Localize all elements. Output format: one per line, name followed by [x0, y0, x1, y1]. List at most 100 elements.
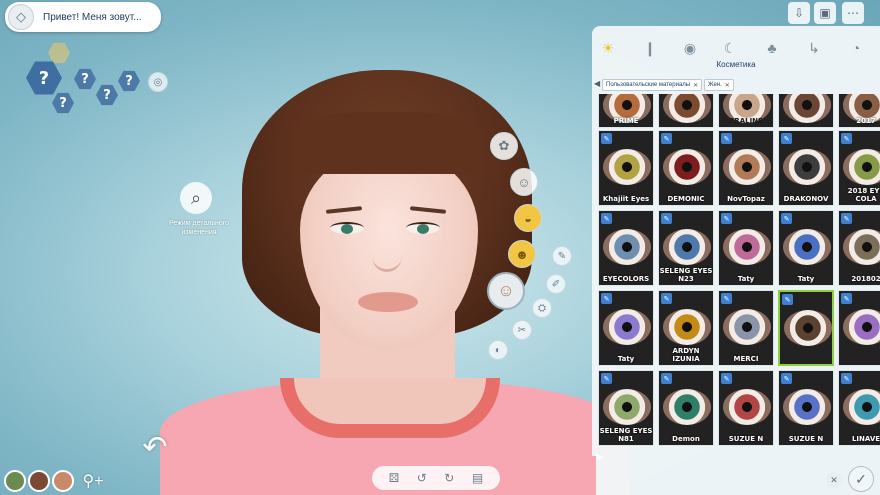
filter-chip-female[interactable]: Жен. ✕ — [704, 79, 734, 91]
remove-filter-icon[interactable]: ✕ — [693, 82, 698, 89]
detail-mode-label[interactable]: Режим детального изменения — [158, 219, 240, 237]
catalog-tile[interactable]: ✎ EYECOLORS — [598, 210, 654, 286]
face-detail-selected-icon[interactable]: ☺ — [487, 272, 525, 310]
catalog-tile[interactable]: ✎ — [778, 290, 834, 366]
catalog-tile[interactable]: ✎ — [838, 290, 880, 366]
trait-slot-4[interactable]: ? — [52, 92, 74, 114]
eye-swatch — [663, 94, 711, 123]
undo-arrow-icon[interactable]: ↶ — [138, 430, 172, 464]
household-sim-3[interactable] — [52, 470, 74, 492]
catalog-tile[interactable]: ✎ SELENG EYES N23 — [658, 210, 714, 286]
custom-content-icon: ✎ — [841, 213, 852, 224]
sim-nose[interactable] — [372, 240, 402, 272]
download-icon[interactable]: ⇩ — [788, 2, 810, 24]
tile-label: ARDYN IZUNIA — [672, 347, 700, 363]
catalog-tile[interactable] — [658, 94, 714, 128]
trait-slot-1[interactable]: ? — [74, 68, 96, 90]
remove-filter-icon[interactable]: ✕ — [725, 82, 730, 89]
collapse-panel-icon[interactable]: ▶ — [596, 452, 622, 464]
plumbob-icon[interactable]: ◇ — [8, 4, 34, 30]
eye-swatch — [603, 149, 651, 185]
eye-swatch — [843, 389, 880, 425]
gallery-icon[interactable]: ◎ — [148, 72, 168, 92]
filter-chevron-icon[interactable]: ◀ — [594, 79, 600, 88]
tile-label: 201802 — [851, 275, 880, 283]
catalog-tile[interactable]: ✎ SUZUE N — [718, 370, 774, 446]
catalog-tile[interactable]: ✎ MERCI — [718, 290, 774, 366]
catalog-tile[interactable]: ✎ DEMONIC — [658, 130, 714, 206]
custom-content-icon: ✎ — [781, 213, 792, 224]
sim-lips[interactable] — [358, 292, 418, 312]
catalog-tile[interactable]: ✎ Demon — [658, 370, 714, 446]
rotate-right-icon[interactable]: ↻ — [444, 471, 454, 485]
custom-content-icon: ✎ — [841, 133, 852, 144]
tile-label: Taty — [797, 275, 815, 283]
aspiration-slot[interactable]: ? — [26, 61, 62, 95]
shirt-collar — [280, 378, 500, 438]
feature-edit-icon[interactable]: ✎ — [552, 246, 572, 266]
tile-label: Khajiit Eyes — [602, 195, 650, 203]
eye-swatch — [843, 309, 880, 345]
catalog-tile[interactable] — [778, 94, 834, 128]
catalog-tile[interactable]: 2017 — [838, 94, 880, 128]
magnifier-icon[interactable]: ⌕ — [180, 182, 212, 214]
household-sim-2[interactable] — [28, 470, 50, 492]
catalog-tile[interactable]: ✎ SELENG EYES N81 — [598, 370, 654, 446]
accessory-icon[interactable]: ✂ — [512, 320, 532, 340]
eyeliner-category-icon[interactable]: ☾ — [720, 38, 740, 58]
catalog-tile[interactable]: PRIME — [598, 94, 654, 128]
palette-icon[interactable]: ◐ — [488, 340, 508, 360]
catalog-tile[interactable]: ✎ ARDYN IZUNIA — [658, 290, 714, 366]
catalog-tile[interactable]: ✎ 2018 EYE COLA — [838, 130, 880, 206]
catalog-tile[interactable]: PRALINE — [718, 94, 774, 128]
confirm-check-icon[interactable]: ✓ — [848, 466, 874, 492]
rotate-left-icon[interactable]: ↺ — [417, 471, 427, 485]
aspiration-hex[interactable] — [48, 42, 70, 64]
head-category-icon[interactable]: ☺ — [510, 168, 538, 196]
custom-content-icon: ✎ — [781, 133, 792, 144]
eye-swatch — [723, 229, 771, 265]
gallery-share-icon[interactable]: ▣ — [814, 2, 836, 24]
hat-category-icon[interactable]: ◒ — [514, 204, 542, 232]
makeup-category-icon[interactable]: ☀ — [598, 38, 618, 58]
trait-slot-2[interactable]: ? — [118, 70, 140, 92]
outfit-icon[interactable]: ▤ — [472, 471, 483, 485]
catalog-tile[interactable]: ✎ Taty — [598, 290, 654, 366]
catalog-tile[interactable]: ✎ SUZUE N — [778, 370, 834, 446]
left-eye[interactable] — [330, 222, 364, 234]
custom-content-icon: ✎ — [841, 293, 852, 304]
eye-swatch — [843, 149, 880, 185]
eyeshadow-category-icon[interactable]: ♣ — [762, 38, 782, 58]
category-tabs: ☀ ❙ ◉ ☾ ♣ ↳ ◔ — [592, 34, 880, 60]
eye-swatch — [783, 229, 831, 265]
trait-slot-3[interactable]: ? — [96, 84, 118, 106]
custom-content-icon: ✎ — [841, 373, 852, 384]
catalog-tile[interactable]: ✎ NovTopaz — [718, 130, 774, 206]
catalog-tile[interactable]: ✎ Taty — [718, 210, 774, 286]
name-prompt: Привет! Меня зовут... — [43, 11, 142, 23]
eye-swatch — [783, 94, 831, 123]
filter-chip-custom[interactable]: Пользовательские материалы ✕ — [602, 79, 703, 91]
catalog-panel: ☀ ❙ ◉ ☾ ♣ ↳ ◔ Косметика ◀ Пользовательск… — [592, 26, 880, 456]
household-sim-1[interactable] — [4, 470, 26, 492]
face-category-icon[interactable]: ☻ — [508, 240, 536, 268]
menu-icon[interactable]: ⋯ — [842, 2, 864, 24]
catalog-tile[interactable]: ✎ Taty — [778, 210, 834, 286]
catalog-tile[interactable]: ✎ Khajiit Eyes — [598, 130, 654, 206]
tattoo-category-icon[interactable]: ↳ — [804, 38, 824, 58]
cancel-icon[interactable]: ✕ — [826, 472, 842, 488]
randomize-icon[interactable]: ⚄ — [389, 471, 399, 485]
catalog-tile[interactable]: ✎ DRAKONOV — [778, 130, 834, 206]
add-sim-icon[interactable]: ⚲+ — [82, 470, 104, 492]
tile-label: 2017 — [856, 117, 876, 125]
makeup-brush-icon[interactable]: ✐ — [546, 274, 566, 294]
custom-content-icon: ✎ — [721, 133, 732, 144]
hair-category-icon[interactable]: ✿ — [490, 132, 518, 160]
right-eye[interactable] — [406, 222, 440, 234]
skin-detail-category-icon[interactable]: ◔ — [846, 38, 866, 58]
lipstick-category-icon[interactable]: ❙ — [640, 38, 660, 58]
catalog-tile[interactable]: ✎ 201802 — [838, 210, 880, 286]
catalog-tile[interactable]: ✎ LINAVE — [838, 370, 880, 446]
body-outfit-icon[interactable]: ⛭ — [532, 298, 552, 318]
blush-category-icon[interactable]: ◉ — [680, 38, 700, 58]
